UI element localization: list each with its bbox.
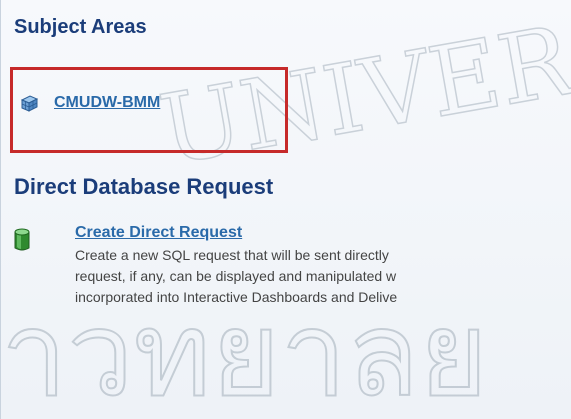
cube-icon xyxy=(20,95,39,112)
description-line: Create a new SQL request that will be se… xyxy=(75,247,389,263)
answers-start-page: UNIVERS าวทยาลย Subject Areas CMUDW-BMM … xyxy=(0,0,571,419)
watermark: UNIVERS าวทยาลย xyxy=(1,0,571,419)
direct-database-request-heading: Direct Database Request xyxy=(14,174,274,199)
direct-request-text: Create Direct Request Create a new SQL r… xyxy=(75,224,571,308)
create-direct-request-link[interactable]: Create Direct Request xyxy=(75,224,242,241)
description-line: incorporated into Interactive Dashboards… xyxy=(75,289,398,305)
description-line: request, if any, can be displayed and ma… xyxy=(75,268,397,284)
subject-area-item[interactable]: CMUDW-BMM xyxy=(19,93,160,113)
subject-areas-heading: Subject Areas xyxy=(14,16,147,38)
subject-area-link[interactable]: CMUDW-BMM xyxy=(54,94,160,112)
direct-request-description: Create a new SQL request that will be se… xyxy=(75,245,571,308)
direct-request-item: Create Direct Request Create a new SQL r… xyxy=(14,224,571,314)
database-icon xyxy=(14,228,30,251)
